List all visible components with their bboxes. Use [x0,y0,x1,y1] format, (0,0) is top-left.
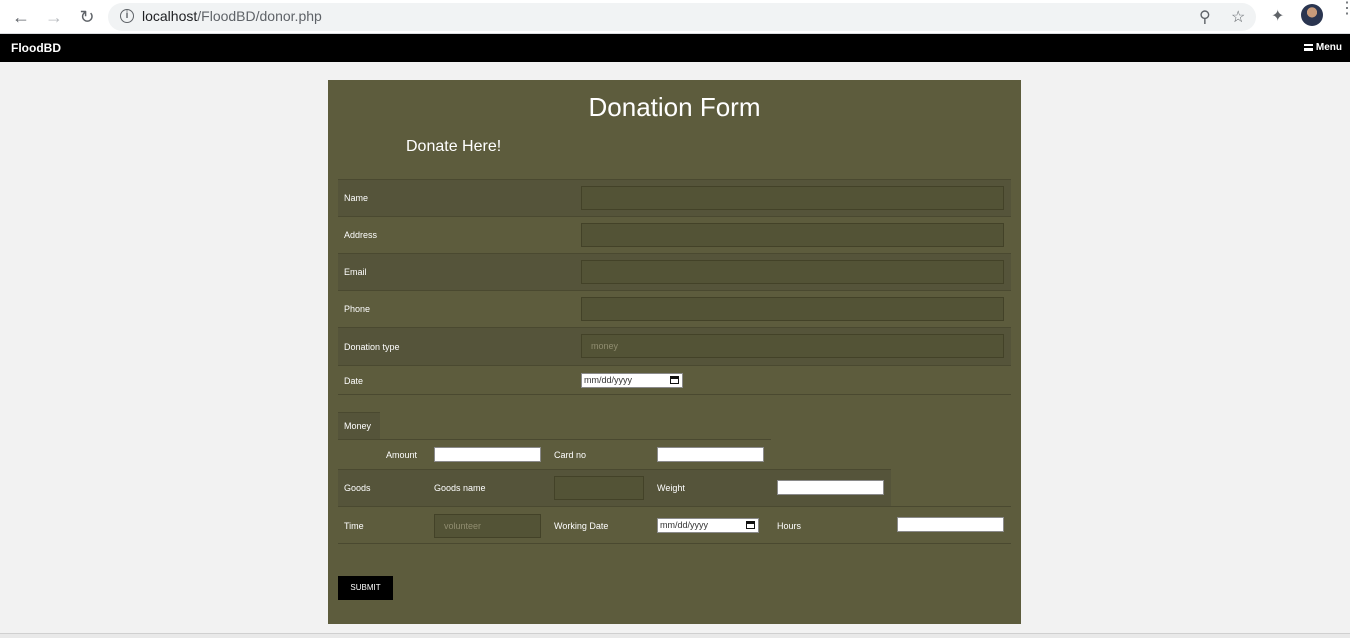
goods-label: Goods [344,483,371,493]
date-input[interactable]: mm/dd/yyyy [581,373,683,388]
card-no-label: Card no [554,450,587,460]
calendar-icon[interactable] [670,376,679,384]
menu-button[interactable]: Menu [1303,42,1342,53]
address-label: Address [344,230,378,240]
donation-type-row: Donation type money [338,327,1011,365]
working-date-placeholder: mm/dd/yyyy [660,520,709,530]
time-label: Time [344,521,364,531]
site-navbar: FloodBD Menu [0,34,1350,62]
browser-toolbar: ← → ↻ i localhost/FloodBD/donor.php ⚲ ☆ … [0,0,1350,34]
amount-input[interactable] [434,447,541,462]
star-icon[interactable]: ☆ [1231,7,1245,27]
url-text: localhost/FloodBD/donor.php [142,8,322,24]
url-path: /FloodBD/donor.php [197,8,322,24]
calendar-icon[interactable] [746,521,755,529]
volunteer-input[interactable]: volunteer [434,514,541,538]
hours-input[interactable] [897,517,1004,532]
hours-label: Hours [777,521,802,531]
phone-label: Phone [344,304,371,314]
hamburger-icon [1303,44,1313,51]
forward-icon[interactable]: → [43,6,65,28]
email-row: Email [338,253,1011,290]
name-row: Name [338,179,1011,216]
page-bottom-edge [0,633,1350,638]
time-row: Time volunteer Working Date mm/dd/yyyy H… [338,506,1011,544]
amount-label: Amount [386,450,418,460]
address-bar[interactable]: i localhost/FloodBD/donor.php ⚲ ☆ [108,3,1256,31]
donation-type-input[interactable]: money [581,334,1004,358]
menu-label: Menu [1315,42,1342,53]
goods-name-input[interactable] [554,476,644,500]
email-input[interactable] [581,260,1004,284]
goods-row: Goods Goods name Weight [338,469,891,506]
name-label: Name [344,193,369,203]
more-icon[interactable]: ⋮ [1339,1,1350,17]
phone-row: Phone [338,290,1011,327]
name-input[interactable] [581,186,1004,210]
donation-type-label: Donation type [344,342,400,352]
info-icon[interactable]: i [120,9,134,23]
card-no-input[interactable] [657,447,764,462]
form-title: Donation Form [588,92,761,122]
working-date-input[interactable]: mm/dd/yyyy [657,518,759,533]
submit-button[interactable]: SUBMIT [338,576,393,600]
weight-label: Weight [657,483,685,493]
date-placeholder: mm/dd/yyyy [584,375,633,385]
address-row: Address [338,216,1011,253]
extensions-icon[interactable]: ✦ [1271,6,1284,26]
email-label: Email [344,267,367,277]
url-host: localhost [142,8,198,24]
donation-form: Donation Form Donate Here! Name Address … [328,80,1021,624]
brand-link[interactable]: FloodBD [11,41,61,55]
date-label: Date [344,376,364,386]
phone-input[interactable] [581,297,1004,321]
avatar[interactable] [1301,4,1323,26]
goods-name-label: Goods name [434,483,486,493]
money-tab: Money [338,412,380,439]
weight-input[interactable] [777,480,884,495]
zoom-out-icon[interactable]: ⚲ [1199,7,1211,27]
date-row: Date mm/dd/yyyy [338,365,1011,395]
working-date-label: Working Date [554,521,609,531]
reload-icon[interactable]: ↻ [76,6,98,28]
money-row: Amount Card no [338,439,771,469]
address-input[interactable] [581,223,1004,247]
form-subtitle: Donate Here! [406,138,502,155]
back-icon[interactable]: ← [10,6,32,28]
